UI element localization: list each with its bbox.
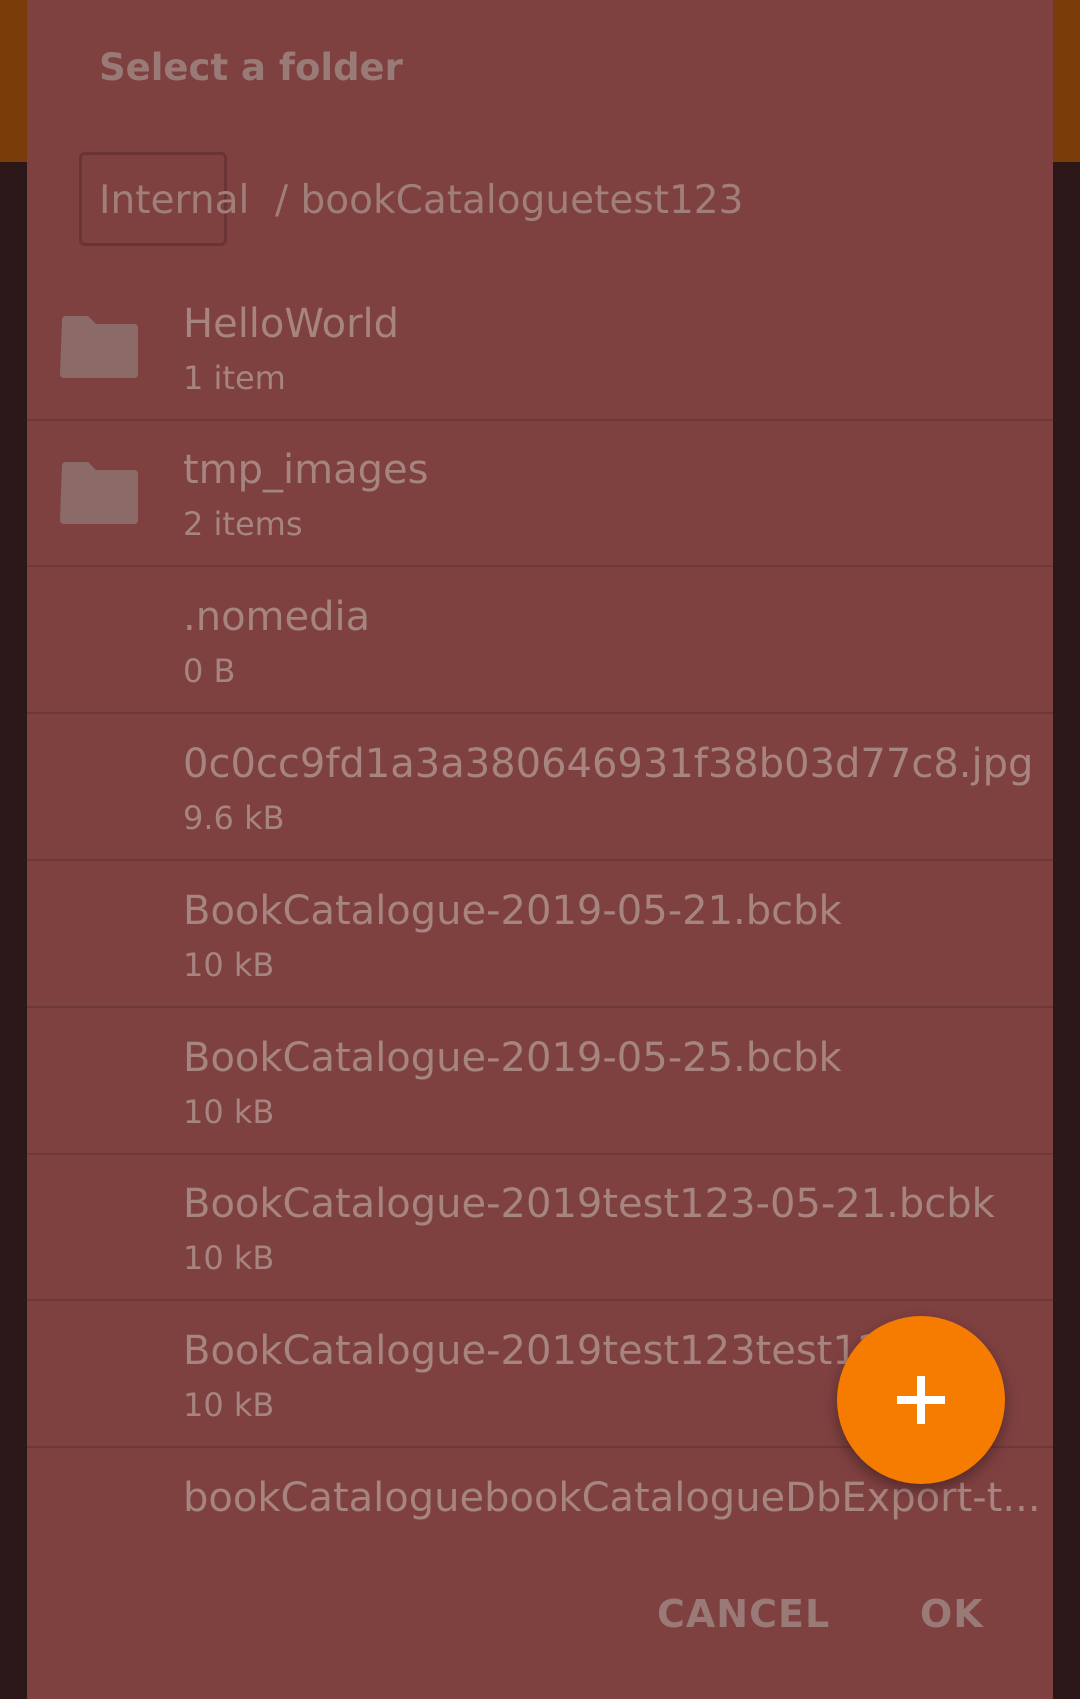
create-folder-fab[interactable] [837, 1316, 1005, 1484]
folder-icon [60, 316, 138, 378]
list-item-name: 0c0cc9fd1a3a380646931f38b03d77c8.jpg [183, 741, 1034, 787]
list-item-file[interactable]: BookCatalogue-2019-05-21.bcbk 10 kB [27, 862, 1053, 1008]
list-item-detail: 0 B [183, 652, 236, 690]
list-item-file[interactable]: 0c0cc9fd1a3a380646931f38b03d77c8.jpg 9.6… [27, 715, 1053, 861]
list-item-name: .nomedia [183, 594, 371, 640]
list-item-folder-tmp-images[interactable]: tmp_images 2 items [27, 421, 1053, 567]
list-item-detail: 2 items [183, 505, 303, 543]
list-item-name: BookCatalogue-2019-05-21.bcbk [183, 888, 842, 934]
list-item-file[interactable]: BookCatalogue-2019test123-05-21.bcbk 10 … [27, 1155, 1053, 1301]
list-item-file[interactable]: .nomedia 0 B [27, 568, 1053, 714]
list-item-detail: 9.6 kB [183, 799, 285, 837]
list-item-name: BookCatalogue-2019test123test123 [183, 1328, 909, 1374]
list-item-detail: 10 kB [183, 946, 275, 984]
plus-icon [897, 1376, 945, 1424]
ok-button[interactable]: OK [920, 1592, 984, 1636]
list-item-detail: 10 kB [183, 1239, 275, 1277]
list-item-name: BookCatalogue-2019test123-05-21.bcbk [183, 1181, 995, 1227]
list-item-detail: 10 kB [183, 1386, 275, 1424]
cancel-button[interactable]: CANCEL [657, 1592, 830, 1636]
dialog-title: Select a folder [99, 46, 403, 89]
list-item-name: HelloWorld [183, 301, 400, 347]
list-item-detail: 10 kB [183, 1093, 275, 1131]
list-item-folder-helloworld[interactable]: HelloWorld 1 item [27, 275, 1053, 421]
list-item-name: tmp_images [183, 447, 429, 493]
breadcrumb-path: / bookCataloguetest123 [275, 178, 744, 223]
folder-icon [60, 462, 138, 524]
breadcrumb-root-label: Internal [99, 178, 250, 223]
list-item-name: BookCatalogue-2019-05-25.bcbk [183, 1035, 842, 1081]
list-item-file[interactable]: BookCatalogue-2019-05-25.bcbk 10 kB [27, 1009, 1053, 1155]
list-item-detail: 1 item [183, 359, 286, 397]
